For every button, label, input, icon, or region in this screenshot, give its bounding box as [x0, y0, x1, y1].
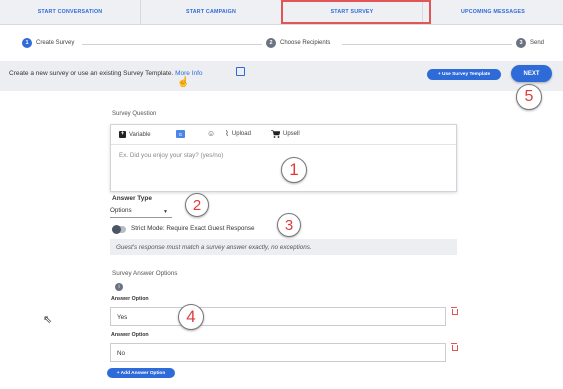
strict-mode-hint: Guest's response must match a survey ans…: [110, 239, 457, 255]
upsell-label: Upsell: [283, 131, 300, 137]
answer-type-label: Answer Type: [112, 195, 152, 202]
caret-down-icon: ▼: [163, 209, 168, 215]
translate-button[interactable]: G: [176, 130, 185, 138]
variable-label: Variable: [129, 131, 151, 138]
tab-start-conversation[interactable]: START CONVERSATION: [0, 0, 141, 24]
trash-icon[interactable]: [451, 343, 458, 351]
annotation-marker: 3: [277, 213, 301, 237]
translate-icon: G: [176, 130, 185, 138]
step-number: 2: [266, 38, 276, 48]
tab-start-campaign[interactable]: START CAMPAIGN: [141, 0, 282, 24]
step-number: 3: [516, 38, 526, 48]
step-choose-recipients: 2 Choose Recipients: [262, 38, 335, 48]
paperclip-icon: ⌇: [225, 129, 229, 138]
answer-option-input[interactable]: Yes: [110, 307, 446, 326]
step-label: Create Survey: [36, 40, 75, 46]
plus-square-icon: +: [119, 131, 126, 138]
hand-cursor-icon: ☝: [177, 77, 190, 88]
step-number: 1: [22, 38, 32, 48]
stepper-line: [82, 44, 282, 45]
stepper-line: [342, 44, 532, 45]
pointer-cursor-icon: ⇖: [43, 314, 53, 326]
tab-upcoming-messages[interactable]: UPCOMING MESSAGES: [423, 0, 563, 24]
variable-button[interactable]: + Variable: [119, 131, 151, 138]
upsell-button[interactable]: Upsell: [271, 130, 300, 138]
answer-type-value: Options: [110, 207, 132, 214]
top-tabs: START CONVERSATION START CAMPAIGN START …: [0, 0, 563, 25]
info-icon[interactable]: i: [115, 283, 123, 291]
info-text: Create a new survey or use an existing S…: [9, 70, 203, 77]
step-label: Send: [530, 40, 545, 46]
answer-type-select[interactable]: Options ▼: [110, 207, 172, 218]
progress-stepper: 1 Create Survey 2 Choose Recipients 3 Se…: [22, 38, 549, 52]
tab-start-survey[interactable]: START SURVEY: [282, 0, 423, 24]
survey-question-label: Survey Question: [112, 111, 157, 117]
next-button[interactable]: NEXT: [511, 65, 552, 82]
toggle-knob: [112, 225, 121, 234]
question-placeholder[interactable]: Ex. Did you enjoy your stay? (yes/no): [119, 152, 223, 159]
info-description: Create a new survey or use an existing S…: [9, 70, 174, 77]
external-link-icon[interactable]: [236, 67, 245, 76]
strict-mode-toggle[interactable]: [112, 225, 126, 234]
answer-options-label: Survey Answer Options: [112, 270, 178, 277]
answer-option-label: Answer Option: [111, 296, 149, 302]
info-bar: Create a new survey or use an existing S…: [0, 61, 563, 91]
answer-option-input[interactable]: No: [110, 343, 446, 362]
annotation-marker: 2: [185, 193, 209, 217]
answer-option-label: Answer Option: [111, 332, 149, 338]
annotation-marker: 5: [516, 84, 542, 110]
annotation-marker: 4: [178, 304, 204, 330]
use-survey-template-button[interactable]: + Use Survey Template: [427, 69, 501, 80]
add-answer-option-button[interactable]: + Add Answer Option: [107, 368, 175, 378]
emoji-icon: ☺: [207, 129, 216, 138]
survey-question-editor[interactable]: + Variable G ☺ ⌇ Upload Upsell Ex. Did y…: [110, 124, 457, 192]
upload-button[interactable]: ⌇ Upload: [225, 129, 251, 138]
strict-mode-label: Strict Mode: Require Exact Guest Respons…: [131, 225, 255, 232]
step-send: 3 Send: [512, 38, 549, 48]
upload-label: Upload: [231, 130, 251, 137]
step-label: Choose Recipients: [280, 40, 331, 46]
cart-icon: [271, 130, 280, 138]
more-info-link[interactable]: More Info: [175, 70, 202, 77]
editor-toolbar: + Variable G ☺ ⌇ Upload Upsell: [111, 125, 456, 145]
trash-icon[interactable]: [451, 307, 458, 315]
step-create-survey: 1 Create Survey: [22, 38, 79, 48]
emoji-button[interactable]: ☺: [207, 129, 215, 138]
annotation-marker: 1: [281, 157, 307, 183]
